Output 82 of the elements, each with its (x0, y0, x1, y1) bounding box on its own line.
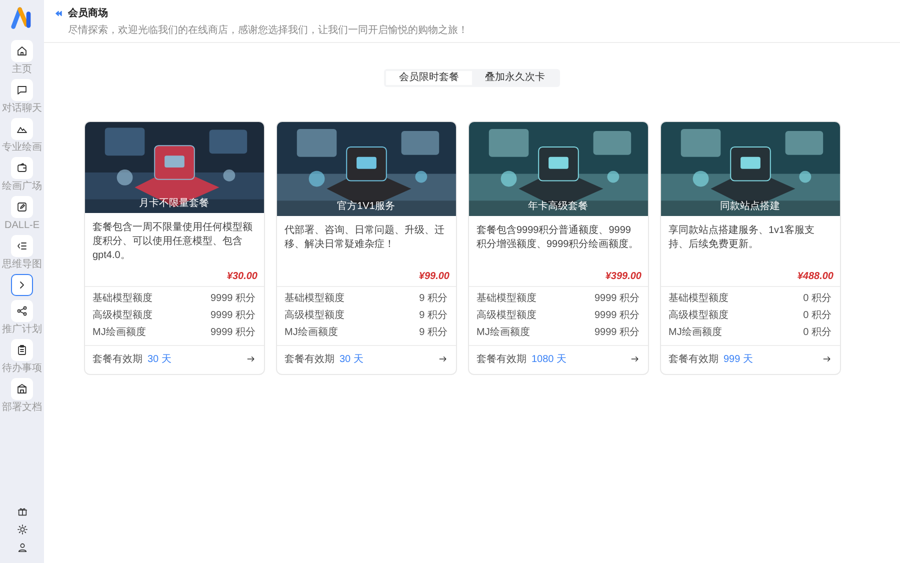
plan-title: 年卡高级套餐 (528, 200, 588, 213)
plan-price: ¥30.00 (226, 270, 258, 284)
quota-value: 9999 积分 (594, 327, 640, 339)
share-icon (16, 305, 28, 317)
arrow-icon[interactable] (630, 354, 640, 364)
quota-label: 基础模型额度 (284, 293, 344, 305)
arrow-icon[interactable] (438, 354, 448, 364)
validity-value: 30 天 (148, 353, 172, 366)
quota-value: 9 积分 (419, 293, 448, 305)
plan-description: 享同款站点搭建服务、1v1客服支持、后续免费更新。 (668, 224, 816, 252)
nav-button[interactable] (11, 40, 33, 62)
quota-label: 基础模型额度 (92, 293, 152, 305)
sun-icon[interactable] (16, 524, 28, 535)
quota-label: 高级模型额度 (668, 310, 728, 322)
quota-value: 9 积分 (419, 310, 448, 322)
quota-value: 9999 积分 (210, 293, 256, 305)
quota-value: 0 积分 (803, 310, 832, 322)
plan-price: ¥399.00 (604, 270, 642, 284)
quota-label: 高级模型额度 (284, 310, 344, 322)
home-icon (16, 45, 28, 57)
back-icon (54, 8, 63, 18)
page-subtitle: 尽情探索，欢迎光临我们的在线商店，感谢您选择我们，让我们一同开启愉悦的购物之旅！ (68, 24, 469, 37)
building-icon (16, 383, 28, 395)
plan-title: 同款站点搭建 (720, 200, 780, 213)
clipboard-icon (16, 344, 28, 356)
nav-label: 推广计划 (2, 324, 42, 335)
user-icon[interactable] (16, 542, 28, 553)
validity-label: 套餐有效期 (668, 352, 718, 366)
quota-value: 9999 积分 (594, 293, 640, 305)
nav-label: 专业绘画 (2, 142, 42, 153)
nav-button[interactable] (11, 300, 33, 322)
gift-icon[interactable] (16, 506, 28, 517)
validity-value: 30 天 (340, 353, 364, 366)
validity-value: 999 天 (724, 353, 753, 366)
tab[interactable]: 叠加永久次卡 (472, 71, 558, 85)
quota-label: MJ绘画额度 (668, 327, 722, 339)
quota-value: 0 积分 (803, 293, 832, 305)
plan-title: 月卡不限量套餐 (139, 196, 209, 210)
nav-label: 部署文档 (2, 402, 42, 413)
validity-value: 1080 天 (532, 353, 567, 366)
wallet-icon (16, 162, 28, 174)
validity-label: 套餐有效期 (284, 352, 334, 366)
nav-button[interactable] (11, 79, 33, 101)
quota-value: 0 积分 (803, 327, 832, 339)
page-title: 会员商场 (68, 6, 108, 20)
quota-value: 9 积分 (419, 327, 448, 339)
nav-label: DALL-E (4, 220, 40, 231)
nav-button[interactable] (11, 378, 33, 400)
plan-price: ¥99.00 (418, 270, 450, 284)
arrow-icon[interactable] (246, 354, 256, 364)
quota-label: MJ绘画额度 (92, 327, 146, 339)
validity-label: 套餐有效期 (476, 352, 526, 366)
nav-label: 待办事项 (2, 363, 42, 374)
nav-label: 思维导图 (2, 259, 42, 270)
plan-description: 套餐包含9999积分普通额度、9999积分增强额度、9999积分绘画额度。 (476, 224, 640, 252)
plan-description: 套餐包含一周不限量使用任何模型额度积分、可以使用任意模型、包含gpt4.0。 (92, 220, 254, 263)
quota-label: 高级模型额度 (476, 310, 536, 322)
nav-label: 绘画广场 (2, 181, 42, 192)
quota-label: MJ绘画额度 (284, 327, 338, 339)
chat-icon (16, 84, 28, 96)
plan-price: ¥488.00 (796, 270, 834, 284)
edit-icon (16, 201, 28, 213)
quota-label: 高级模型额度 (92, 310, 152, 322)
nav-button[interactable] (11, 235, 33, 257)
nav-button[interactable] (11, 339, 33, 361)
quota-value: 9999 积分 (210, 310, 256, 322)
quota-value: 9999 积分 (210, 327, 256, 339)
nav-label: 对话聊天 (2, 103, 42, 114)
nav-button[interactable] (11, 157, 33, 179)
list-icon (16, 240, 28, 252)
plan-description: 代部署、咨询、日常问题、升级、迁移、解决日常疑难杂症！ (284, 224, 446, 252)
nav-button[interactable] (11, 118, 33, 140)
quota-label: MJ绘画额度 (476, 327, 530, 339)
nav-label: 主页 (12, 64, 32, 75)
validity-label: 套餐有效期 (92, 352, 142, 366)
quota-label: 基础模型额度 (476, 293, 536, 305)
arrow-icon[interactable] (822, 354, 832, 364)
nav-button[interactable] (10, 196, 33, 218)
quota-value: 9999 积分 (594, 310, 640, 322)
quota-label: 基础模型额度 (668, 293, 728, 305)
tab[interactable]: 会员限时套餐 (386, 71, 472, 85)
plan-title: 官方1V1服务 (337, 200, 395, 213)
